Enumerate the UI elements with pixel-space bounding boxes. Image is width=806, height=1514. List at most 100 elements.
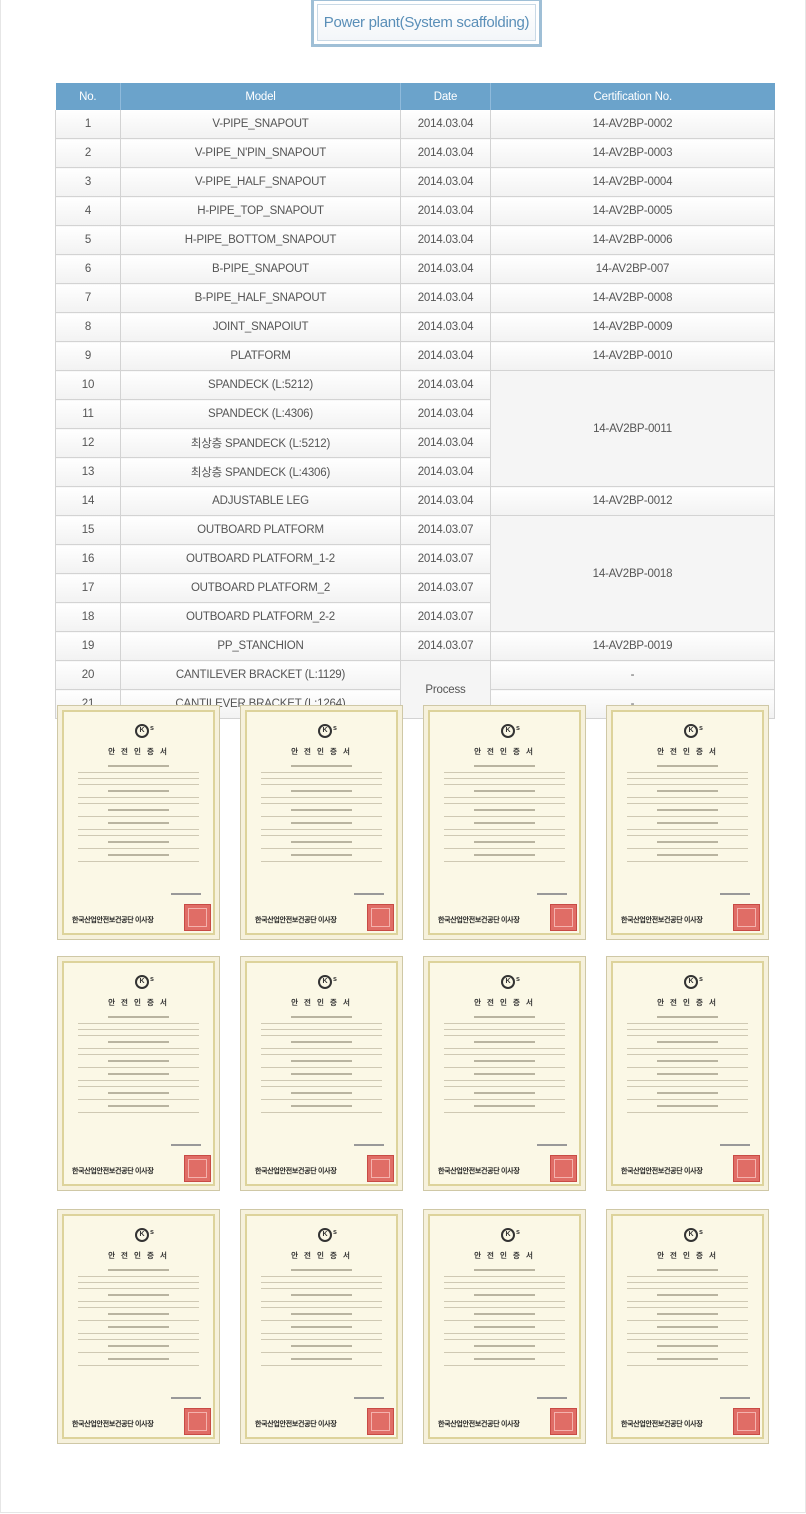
text-line <box>657 854 718 856</box>
text-line <box>474 1358 535 1360</box>
text-line <box>657 841 718 843</box>
table-row: 15 OUTBOARD PLATFORM 2014.03.07 14-AV2BP-00… <box>55 515 775 632</box>
official-seal-icon <box>550 1155 577 1182</box>
text-line <box>291 1326 352 1328</box>
text-line <box>261 1023 382 1024</box>
cell-date: 2014.03.04 <box>400 341 491 371</box>
cell-no: 5 <box>55 225 121 255</box>
cell-date: 2014.03.04 <box>400 312 491 342</box>
table-row: 3 V-PIPE_HALF_SNAPOUT 2014.03.04 14-AV2BP-0… <box>55 167 775 197</box>
kcs-logo-icon: K <box>501 1228 515 1242</box>
text-line <box>657 822 718 824</box>
cell-date: 2014.03.07 <box>400 515 491 545</box>
certificate-issuer: 한국산업안전보건공단 이사장 <box>255 1421 337 1428</box>
cell-date: 2014.03.04 <box>400 428 491 458</box>
cell-cert: 14-AV2BP-0002 <box>490 110 775 139</box>
certificate-border: Ks 안 전 인 증 서 한국산업안전보건공단 이사장 <box>245 1214 398 1439</box>
text-line <box>627 816 748 817</box>
cell-no: 10 <box>55 370 121 400</box>
official-seal-icon <box>184 1155 211 1182</box>
text-line <box>627 803 748 804</box>
text-line <box>657 1092 718 1094</box>
text-line <box>291 841 352 843</box>
text-line <box>261 1320 382 1321</box>
cell-no: 6 <box>55 254 121 284</box>
certificate-date <box>537 1144 567 1146</box>
certificate-date <box>720 1397 750 1399</box>
kcs-logo-suffix: s <box>150 1229 154 1236</box>
certificate-image: Ks 안 전 인 증 서 한국산업안전보건공단 이사장 <box>240 956 403 1191</box>
text-line <box>261 848 382 849</box>
text-line <box>261 1282 382 1283</box>
text-line <box>291 1345 352 1347</box>
text-line <box>627 835 748 836</box>
text-line <box>291 1358 352 1360</box>
cell-cert: - <box>490 660 775 690</box>
text-line <box>657 809 718 811</box>
text-line <box>78 1276 199 1277</box>
table-row: 1 V-PIPE_SNAPOUT 2014.03.04 14-AV2BP-0002 <box>55 110 775 139</box>
table-row: 10 SPANDECK (L:5212) 2014.03.04 14-AV2BP-00… <box>55 370 775 487</box>
text-line <box>627 1099 748 1100</box>
certificate-issuer: 한국산업안전보건공단 이사장 <box>621 1168 703 1175</box>
certificate-date <box>354 1144 384 1146</box>
cell-model: PLATFORM <box>120 341 401 371</box>
text-line <box>657 1294 718 1296</box>
text-line <box>627 1048 748 1049</box>
certificate-body-text <box>444 760 565 867</box>
text-line <box>444 829 565 830</box>
text-line <box>657 1041 718 1043</box>
kcs-logo-icon: K <box>501 975 515 989</box>
official-seal-icon <box>550 1408 577 1435</box>
text-line <box>474 809 535 811</box>
text-line <box>627 1054 748 1055</box>
text-line <box>78 778 199 779</box>
text-line <box>474 1345 535 1347</box>
official-seal-icon <box>367 1155 394 1182</box>
text-line <box>291 854 352 856</box>
text-line <box>291 809 352 811</box>
text-line <box>78 797 199 798</box>
cell-cert: 14-AV2BP-0018 <box>490 515 775 632</box>
cell-model: 최상층 SPANDECK (L:4306) <box>120 457 401 487</box>
kcs-logo-icon: K <box>684 1228 698 1242</box>
text-line <box>261 829 382 830</box>
text-line <box>108 809 169 811</box>
text-line <box>291 1105 352 1107</box>
text-line <box>78 803 199 804</box>
text-line <box>474 1105 535 1107</box>
text-line <box>261 1067 382 1068</box>
cell-model: B-PIPE_SNAPOUT <box>120 254 401 284</box>
cell-cert: 14-AV2BP-0011 <box>490 370 775 487</box>
certificate-border: Ks 안 전 인 증 서 한국산업안전보건공단 이사장 <box>428 961 581 1186</box>
text-line <box>474 1060 535 1062</box>
certificate-date <box>537 893 567 895</box>
kcs-logo-icon: K <box>318 1228 332 1242</box>
text-line <box>108 1269 169 1271</box>
text-line <box>261 816 382 817</box>
text-line <box>474 1294 535 1296</box>
page-title: Power plant(System scaffolding) <box>317 4 536 41</box>
cell-no: 15 <box>55 515 121 545</box>
text-line <box>474 1092 535 1094</box>
text-line <box>627 797 748 798</box>
text-line <box>657 1358 718 1360</box>
certificate-title: 안 전 인 증 서 <box>474 1251 535 1260</box>
text-line <box>261 1365 382 1366</box>
kcs-logo-suffix: s <box>333 1229 337 1236</box>
cell-date: 2014.03.04 <box>400 370 491 400</box>
certificate-body-text <box>444 1011 565 1118</box>
text-line <box>261 1112 382 1113</box>
text-line <box>108 1345 169 1347</box>
cell-no: 14 <box>55 486 121 516</box>
cell-model: 최상층 SPANDECK (L:5212) <box>120 428 401 458</box>
cell-model: B-PIPE_HALF_SNAPOUT <box>120 283 401 313</box>
text-line <box>444 1099 565 1100</box>
text-line <box>444 1054 565 1055</box>
official-seal-icon <box>367 904 394 931</box>
text-line <box>444 1086 565 1087</box>
kcs-logo-suffix: s <box>333 976 337 983</box>
cell-date: 2014.03.04 <box>400 399 491 429</box>
text-line <box>444 772 565 773</box>
text-line <box>627 861 748 862</box>
